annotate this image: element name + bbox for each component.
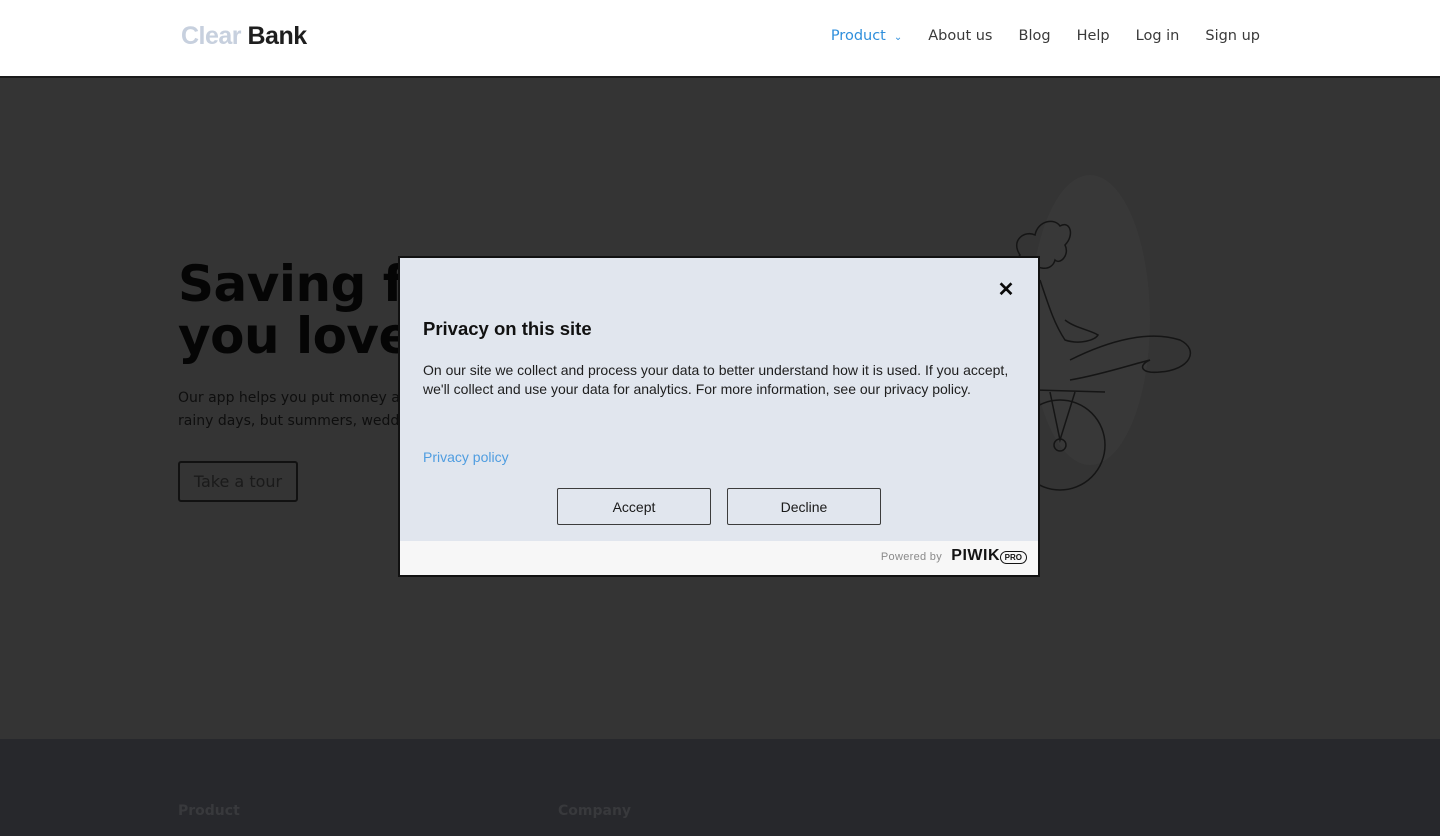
clear-bank-logo[interactable]: Clear Bank [181, 22, 307, 51]
hero-description-line-2: rainy days, but summers, weddin [178, 413, 413, 429]
modal-footer: Powered by PIWIK PRO [400, 541, 1038, 575]
hero-description-line-1: Our app helps you put money asi [178, 390, 411, 406]
main-nav: Product ⌄ About us Blog Help Log in Sign… [831, 28, 1260, 44]
close-icon[interactable]: ✕ [996, 280, 1016, 300]
illustration-backdrop [1030, 175, 1150, 465]
take-a-tour-button[interactable]: Take a tour [178, 461, 298, 502]
hero-title: Saving f you love [178, 258, 412, 362]
nav-about-us[interactable]: About us [928, 28, 992, 44]
powered-by-label: Powered by [880, 551, 942, 563]
piwik-pro-badge: PRO [999, 551, 1027, 564]
logo-part-clear: Clear [181, 22, 242, 50]
accept-button[interactable]: Accept [557, 488, 711, 525]
nav-product-label: Product [830, 28, 886, 44]
privacy-policy-link[interactable]: Privacy policy [423, 449, 509, 465]
logo-part-bank: Bank [247, 22, 308, 50]
top-navigation-bar: Clear Bank Product ⌄ About us Blog Help … [0, 0, 1440, 78]
footer-heading-company: Company [558, 803, 632, 819]
piwik-logo: PIWIK [951, 547, 1000, 564]
nav-blog[interactable]: Blog [1019, 28, 1051, 44]
hero-title-line-2: you love [178, 307, 412, 365]
footer-heading-product: Product [178, 803, 240, 819]
nav-help[interactable]: Help [1077, 28, 1110, 44]
site-footer: Product Company [0, 739, 1440, 836]
nav-product[interactable]: Product ⌄ [831, 28, 902, 44]
nav-sign-up[interactable]: Sign up [1205, 28, 1260, 44]
nav-log-in[interactable]: Log in [1136, 28, 1180, 44]
modal-title: Privacy on this site [423, 318, 592, 339]
chevron-down-icon: ⌄ [893, 31, 903, 43]
decline-button[interactable]: Decline [727, 488, 881, 525]
modal-description: On our site we collect and process your … [423, 362, 1009, 397]
hero-title-line-1: Saving f [178, 255, 405, 313]
privacy-consent-modal: ✕ Privacy on this site On our site we co… [398, 256, 1040, 577]
